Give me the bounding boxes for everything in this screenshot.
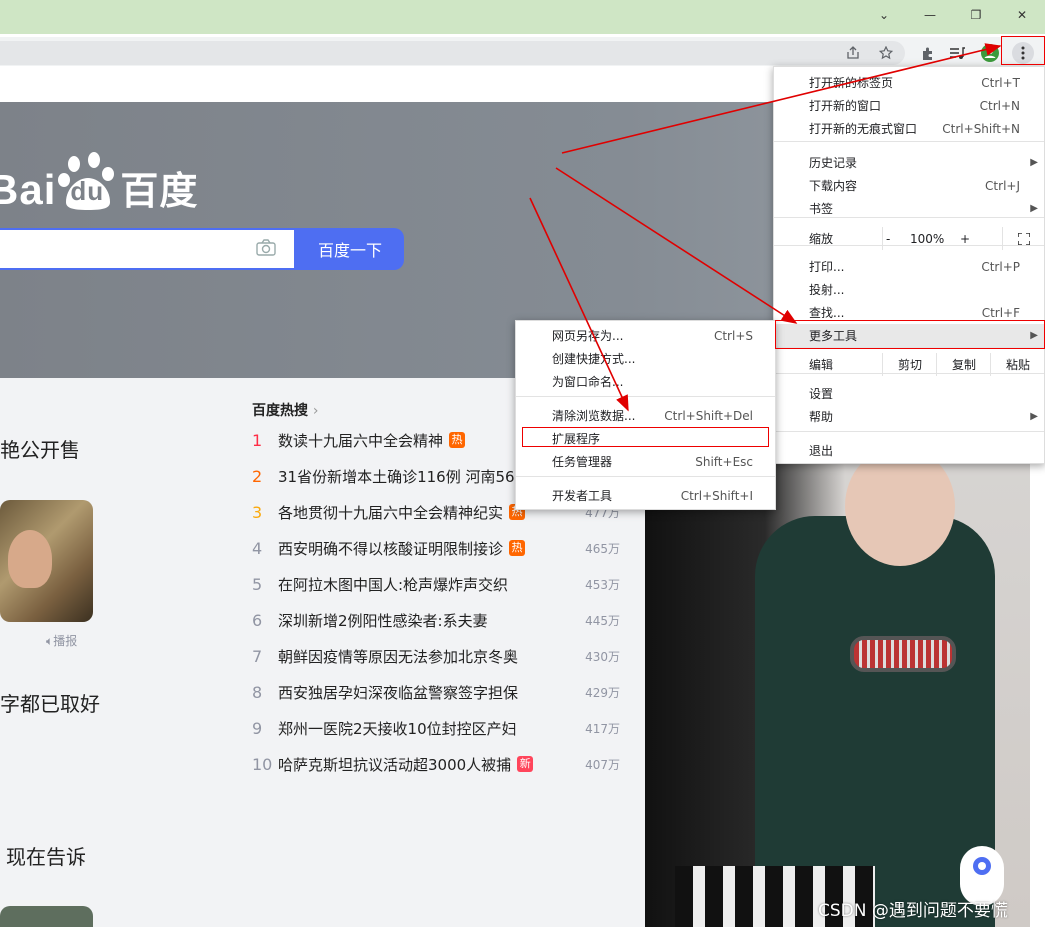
arrow-to-more-tools: [555, 167, 798, 324]
annotation-arrows: [529, 43, 1002, 412]
csdn-watermark: CSDN @遇到问题不要慌: [818, 901, 1008, 921]
arrow-to-extensions: [529, 197, 629, 412]
arrow-to-menu-button: [561, 43, 1002, 154]
